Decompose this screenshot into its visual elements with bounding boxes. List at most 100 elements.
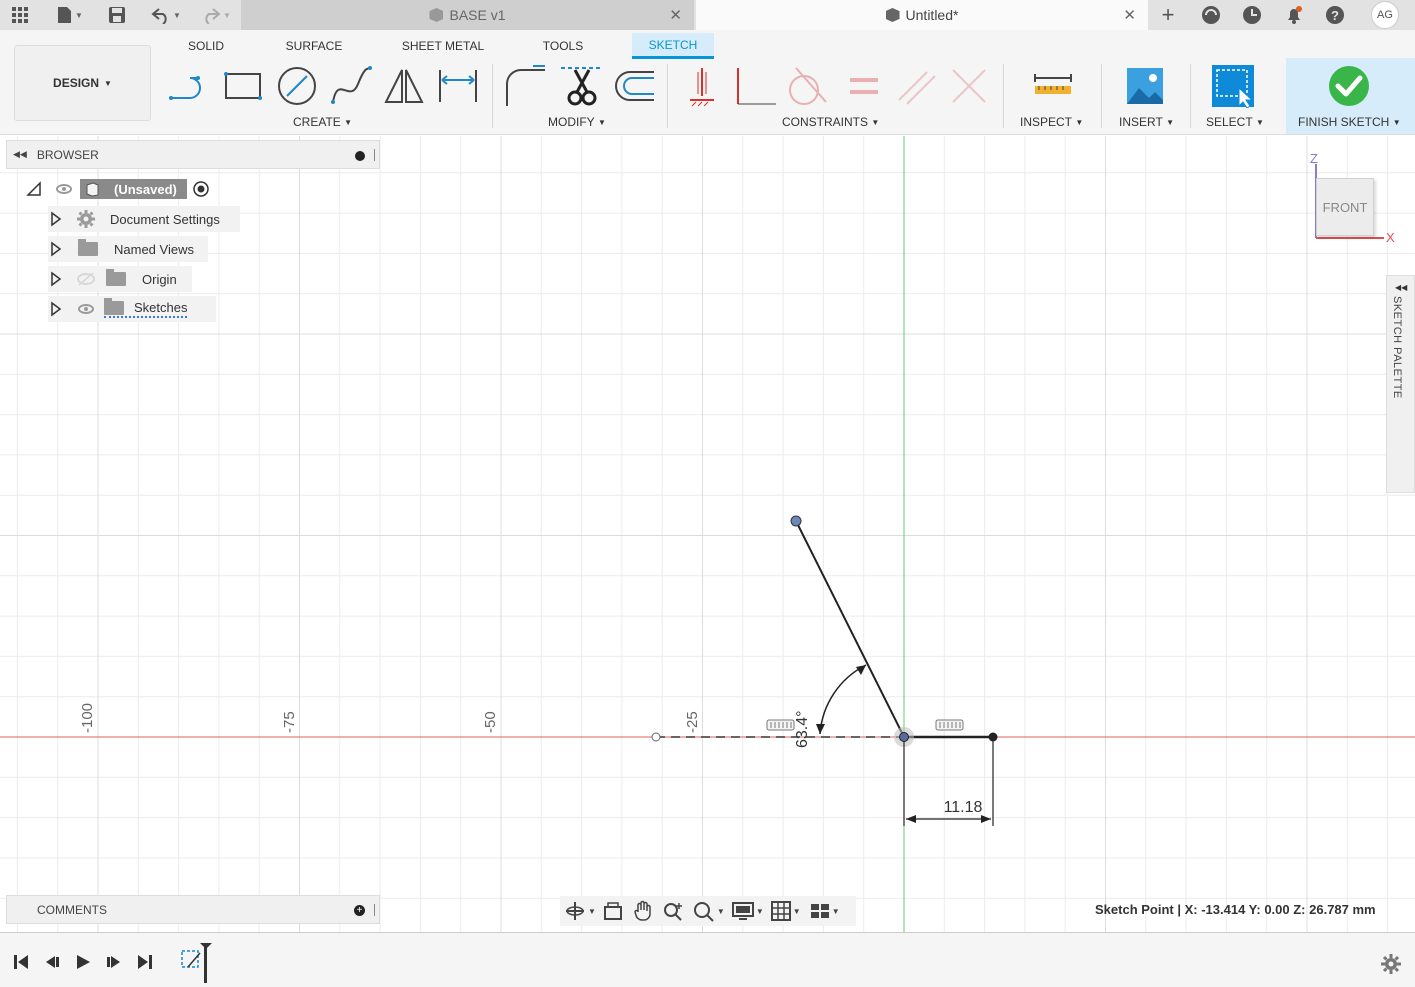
extensions-icon[interactable] [1198,0,1224,30]
circle-tool-icon[interactable] [275,64,319,108]
insert-menu[interactable]: INSERT ▼ [1119,114,1174,130]
go-to-start-icon[interactable] [12,953,30,971]
expand-palette-icon[interactable]: ◀◀ [1395,283,1407,292]
horizontal-constraint-icon[interactable] [935,719,964,731]
help-icon[interactable]: ? [1322,0,1348,30]
play-icon[interactable] [74,953,92,971]
tab-sketch[interactable]: SKETCH [632,33,714,59]
sketch-line-angled[interactable] [795,520,905,738]
go-to-end-icon[interactable] [136,953,154,971]
spline-tool-icon[interactable] [328,64,372,108]
pin-icon[interactable] [355,151,365,161]
origin-point[interactable] [899,732,909,742]
tab-tools[interactable]: TOOLS [532,33,594,59]
angle-dimension-arc[interactable] [819,664,867,735]
tab-base-v1[interactable]: BASE v1 ✕ [241,0,694,30]
visibility-eye-icon[interactable] [78,304,94,314]
constraints-menu[interactable]: CONSTRAINTS ▼ [782,114,879,130]
add-comment-icon[interactable]: + [354,905,365,916]
horizontal-constraint-icon[interactable] [766,719,795,731]
avatar[interactable]: AG [1371,1,1399,29]
length-dimension-text[interactable]: 11.18 [944,799,983,816]
notifications-icon[interactable] [1281,0,1307,30]
app-grid-icon[interactable] [8,0,32,30]
inspect-menu[interactable]: INSPECT ▼ [1020,114,1083,130]
look-at-icon[interactable] [602,900,624,922]
tangent-constraint-icon[interactable] [786,64,830,108]
offset-tool-icon[interactable] [612,64,656,108]
perpendicular-constraint-icon[interactable] [734,64,778,108]
timeline-sketch-feature-icon[interactable] [178,941,212,985]
zoom-icon[interactable] [662,900,686,922]
settings-gear-icon[interactable] [1380,953,1402,975]
browser-item-sketches[interactable]: Sketches [48,296,216,322]
panel-resize-handle[interactable] [374,149,375,161]
finish-sketch-menu[interactable]: FINISH SKETCH ▼ [1298,114,1401,130]
line-tool-icon[interactable] [168,64,212,108]
modify-menu[interactable]: MODIFY ▼ [548,114,606,130]
symmetry-constraint-icon[interactable] [947,64,991,108]
browser-root[interactable]: (Unsaved) [24,176,234,202]
zoom-window-icon[interactable] [692,900,716,922]
close-icon[interactable]: ✕ [1123,6,1136,24]
undo-icon[interactable]: ▼ [146,0,186,30]
expand-right-icon[interactable] [50,271,62,287]
root-component-chip[interactable]: (Unsaved) [80,179,187,199]
chevron-down-icon[interactable]: ▼ [717,907,725,916]
insert-image-icon[interactable] [1123,64,1167,108]
browser-header[interactable]: ◀◀ BROWSER [6,140,380,169]
expand-down-icon[interactable] [26,181,42,197]
tab-surface[interactable]: SURFACE [276,33,352,59]
sketch-canvas[interactable]: -100 -75 -50 -25 63.4° 11.18 [0,136,1415,932]
expand-right-icon[interactable] [50,301,62,317]
save-icon[interactable] [104,0,130,30]
chevron-down-icon[interactable]: ▼ [588,907,596,916]
parallel-constraint-icon[interactable] [895,64,939,108]
viewports-icon[interactable] [809,900,831,922]
browser-item-origin[interactable]: Origin [48,266,192,292]
new-tab-icon[interactable]: + [1155,0,1181,30]
angle-dimension-text[interactable]: 63.4° [794,710,811,748]
hidden-eye-icon[interactable] [76,272,96,286]
chevron-down-icon[interactable]: ▼ [793,907,801,916]
coincident-constraint-icon[interactable] [680,64,724,108]
activate-radio-icon[interactable] [192,180,210,198]
measure-tool-icon[interactable] [1031,64,1075,108]
orbit-icon[interactable] [564,900,586,922]
create-menu[interactable]: CREATE ▼ [293,114,352,130]
tab-solid[interactable]: SOLID [176,33,236,59]
fillet-tool-icon[interactable] [503,64,547,108]
mirror-tool-icon[interactable] [382,64,426,108]
select-menu[interactable]: SELECT ▼ [1206,114,1264,130]
tab-sheet-metal[interactable]: SHEET METAL [394,33,492,59]
viewcube-front[interactable]: FRONT [1316,178,1374,236]
file-menu-icon[interactable]: ▼ [50,0,88,30]
dimension-tool-icon[interactable] [436,64,480,108]
rectangle-tool-icon[interactable] [221,64,265,108]
collapse-panel-icon[interactable]: ◀◀ [13,149,27,160]
tab-untitled[interactable]: Untitled* ✕ [696,0,1148,30]
chevron-down-icon[interactable]: ▼ [832,907,840,916]
trim-tool-icon[interactable] [559,64,603,108]
expand-right-icon[interactable] [50,211,62,227]
redo-icon[interactable]: ▼ [196,0,236,30]
job-status-icon[interactable] [1239,0,1265,30]
browser-item-document-settings[interactable]: Document Settings [48,206,240,232]
equal-constraint-icon[interactable] [842,64,886,108]
browser-item-named-views[interactable]: Named Views [48,236,208,262]
sketch-point[interactable] [988,732,998,742]
expand-right-icon[interactable] [50,241,62,257]
sketch-point[interactable] [651,732,661,742]
workspace-switcher[interactable]: DESIGN ▼ [14,45,151,121]
display-settings-icon[interactable] [731,900,755,922]
panel-resize-handle[interactable] [374,904,375,916]
pan-hand-icon[interactable] [632,900,654,922]
chevron-down-icon[interactable]: ▼ [756,907,764,916]
comments-header[interactable]: COMMENTS + [6,895,380,924]
step-back-icon[interactable] [43,953,61,971]
select-tool-icon[interactable] [1211,64,1255,109]
step-forward-icon[interactable] [105,953,123,971]
close-icon[interactable]: ✕ [669,6,682,24]
visibility-eye-icon[interactable] [56,184,72,194]
sketch-point[interactable] [790,515,802,527]
